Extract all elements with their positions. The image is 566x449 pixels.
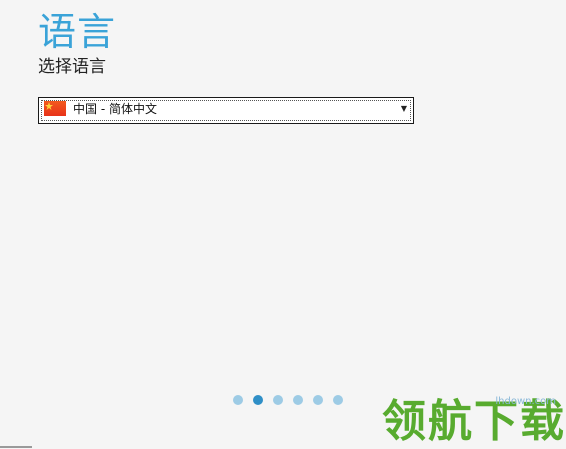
watermark-url: lhdown.com (495, 396, 556, 407)
language-select[interactable]: 中国 - 简体中文 ▼ (38, 97, 414, 124)
page-dot-1[interactable] (233, 395, 243, 405)
language-select-value: 中国 - 简体中文 (73, 102, 157, 116)
page-dot-6[interactable] (333, 395, 343, 405)
china-flag-icon (44, 101, 66, 116)
page-dot-3[interactable] (273, 395, 283, 405)
page-dot-4[interactable] (293, 395, 303, 405)
page-indicator (233, 395, 343, 405)
dropdown-arrow-icon[interactable]: ▼ (401, 102, 407, 116)
page-dot-5[interactable] (313, 395, 323, 405)
window-edge-marker (0, 446, 32, 448)
page-dot-2[interactable] (253, 395, 263, 405)
page-subtitle: 选择语言 (38, 57, 106, 77)
page-title: 语言 (38, 10, 117, 54)
